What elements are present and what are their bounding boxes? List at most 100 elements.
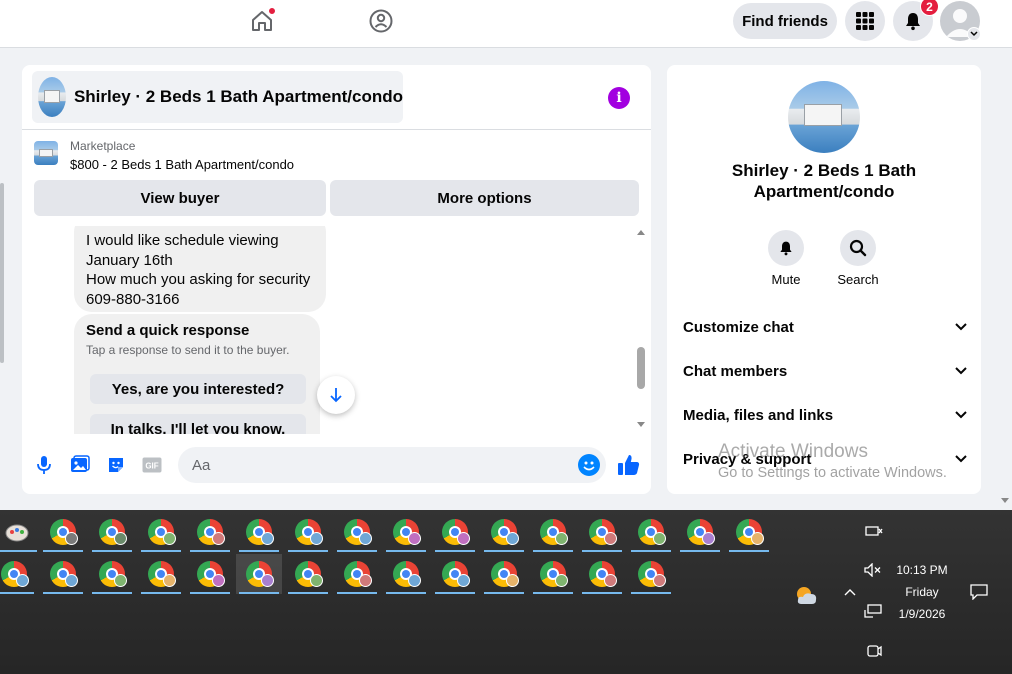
taskbar-chrome-profile-icon[interactable] <box>530 554 576 594</box>
profile-badge <box>604 574 617 587</box>
conversation-avatar[interactable] <box>788 81 860 153</box>
taskbar-chrome-profile-icon[interactable] <box>481 512 527 552</box>
meet-now-icon[interactable] <box>864 641 884 661</box>
notification-count-badge: 2 <box>920 0 939 16</box>
taskbar-chrome-profile-icon[interactable] <box>579 554 625 594</box>
quick-response-option[interactable]: In talks. I'll let you know. <box>90 414 306 434</box>
chat-members-section[interactable]: Chat members <box>683 359 967 383</box>
emoji-icon[interactable] <box>578 454 600 476</box>
search-action[interactable]: Search <box>828 230 888 287</box>
notifications-button[interactable]: 2 <box>893 0 939 41</box>
info-icon[interactable]: i <box>608 87 630 109</box>
taskbar-chrome-profile-icon[interactable] <box>40 554 86 594</box>
scroll-to-bottom-button[interactable] <box>317 376 355 414</box>
media-files-links-section[interactable]: Media, files and links <box>683 403 967 427</box>
message-input[interactable] <box>178 447 606 483</box>
message-list: I would like schedule viewing January 16… <box>22 226 651 434</box>
taskbar-chrome-profile-icon[interactable] <box>187 554 233 594</box>
home-notification-dot <box>268 7 276 15</box>
marketplace-listing-thumbnail[interactable] <box>34 141 58 165</box>
taskbar-chrome-profile-icon[interactable] <box>383 512 429 552</box>
weather-icon[interactable] <box>793 581 821 609</box>
conversation-details-panel: Shirley · 2 Beds 1 Bath Apartment/condo … <box>667 65 981 494</box>
profile-badge <box>163 532 176 545</box>
activate-windows-title: Activate Windows <box>718 441 868 462</box>
profile-badge <box>212 574 225 587</box>
message-bubble: I would like schedule viewing January 16… <box>74 226 326 312</box>
clock-time[interactable]: 10:13 PM <box>893 563 951 577</box>
profile-badge <box>457 574 470 587</box>
gif-icon[interactable]: GIF <box>140 453 164 477</box>
microphone-icon[interactable] <box>32 453 56 477</box>
home-icon[interactable] <box>244 6 280 36</box>
taskbar-chrome-profile-icon[interactable] <box>138 554 184 594</box>
taskbar-chrome-profile-icon[interactable] <box>236 554 282 594</box>
profile-badge <box>114 532 127 545</box>
customize-chat-section[interactable]: Customize chat <box>683 315 967 339</box>
taskbar-chrome-profile-icon[interactable] <box>285 554 331 594</box>
taskbar-chrome-profile-icon[interactable] <box>432 554 478 594</box>
profile-badge <box>653 574 666 587</box>
page-scrollbar[interactable] <box>998 48 1012 510</box>
view-buyer-button[interactable]: View buyer <box>34 180 326 216</box>
profile-badge <box>163 574 176 587</box>
taskbar-chrome-profile-icon[interactable] <box>236 512 282 552</box>
taskbar-chrome-profile-icon[interactable] <box>481 554 527 594</box>
taskbar-chrome-profile-icon[interactable] <box>285 512 331 552</box>
grid-icon <box>856 12 874 30</box>
account-chevron-icon[interactable] <box>967 27 981 41</box>
taskbar-chrome-profile-icon[interactable] <box>138 512 184 552</box>
volume-muted-icon[interactable] <box>863 560 883 580</box>
chevron-down-icon <box>955 455 967 463</box>
taskbar-chrome-profile-icon[interactable] <box>89 512 135 552</box>
top-navigation-bar: Find friends 2 <box>0 0 1012 48</box>
section-label: Media, files and links <box>683 406 834 424</box>
clock-date[interactable]: 1/9/2026 <box>893 607 951 621</box>
taskbar-app-paint-icon[interactable] <box>0 512 40 552</box>
taskbar-chrome-profile-icon[interactable] <box>579 512 625 552</box>
taskbar-chrome-profile-icon[interactable] <box>432 512 478 552</box>
taskbar-chrome-profile-icon[interactable] <box>0 554 37 594</box>
taskbar-chrome-profile-icon[interactable] <box>89 554 135 594</box>
more-options-button[interactable]: More options <box>330 180 639 216</box>
profile-badge <box>506 574 519 587</box>
profile-badge <box>359 574 372 587</box>
taskbar-chrome-profile-icon[interactable] <box>334 512 380 552</box>
taskbar-chrome-profile-icon[interactable] <box>40 512 86 552</box>
gif-label: GIF <box>145 462 158 471</box>
marketplace-label: Marketplace <box>70 139 136 153</box>
taskbar-chrome-profile-icon[interactable] <box>628 554 674 594</box>
taskbar-chrome-profile-icon[interactable] <box>628 512 674 552</box>
listing-photo <box>38 77 66 117</box>
clock-day[interactable]: Friday <box>893 585 951 599</box>
quick-response-option[interactable]: Yes, are you interested? <box>90 374 306 404</box>
listing-price-title[interactable]: $800 - 2 Beds 1 Bath Apartment/condo <box>70 157 294 172</box>
windows-taskbar: 10:13 PM Friday 1/9/2026 <box>0 510 1012 674</box>
message-line: I would like schedule viewing <box>86 232 279 249</box>
taskbar-chrome-profile-icon[interactable] <box>187 512 233 552</box>
profile-badge <box>65 574 78 587</box>
taskbar-chrome-profile-icon[interactable] <box>530 512 576 552</box>
message-line: January 16th <box>86 251 173 269</box>
conversation-name: Shirley · 2 Beds 1 Bath Apartment/condo <box>731 161 917 201</box>
notification-center-icon[interactable] <box>969 582 989 602</box>
message-line: How much you asking for security <box>86 271 311 289</box>
ethernet-icon[interactable] <box>863 601 883 621</box>
find-friends-button[interactable]: Find friends <box>733 3 837 39</box>
groups-icon[interactable] <box>363 6 399 36</box>
message-scrollbar[interactable] <box>634 227 648 433</box>
chat-header[interactable]: Shirley · 2 Beds 1 Bath Apartment/condo <box>32 71 403 123</box>
photo-icon[interactable] <box>68 453 92 477</box>
mute-action[interactable]: Mute <box>756 230 816 287</box>
chevron-down-icon <box>955 323 967 331</box>
taskbar-chrome-profile-icon[interactable] <box>334 554 380 594</box>
sticker-icon[interactable] <box>104 453 128 477</box>
taskbar-chrome-profile-icon[interactable] <box>383 554 429 594</box>
taskbar-chrome-profile-icon[interactable] <box>726 512 772 552</box>
show-hidden-icons-chevron-icon[interactable] <box>840 582 860 602</box>
thumbs-up-icon[interactable] <box>616 452 642 478</box>
network-icon[interactable] <box>864 521 884 541</box>
menu-grid-button[interactable] <box>845 1 885 41</box>
taskbar-chrome-profile-icon[interactable] <box>677 512 723 552</box>
profile-badge <box>310 532 323 545</box>
